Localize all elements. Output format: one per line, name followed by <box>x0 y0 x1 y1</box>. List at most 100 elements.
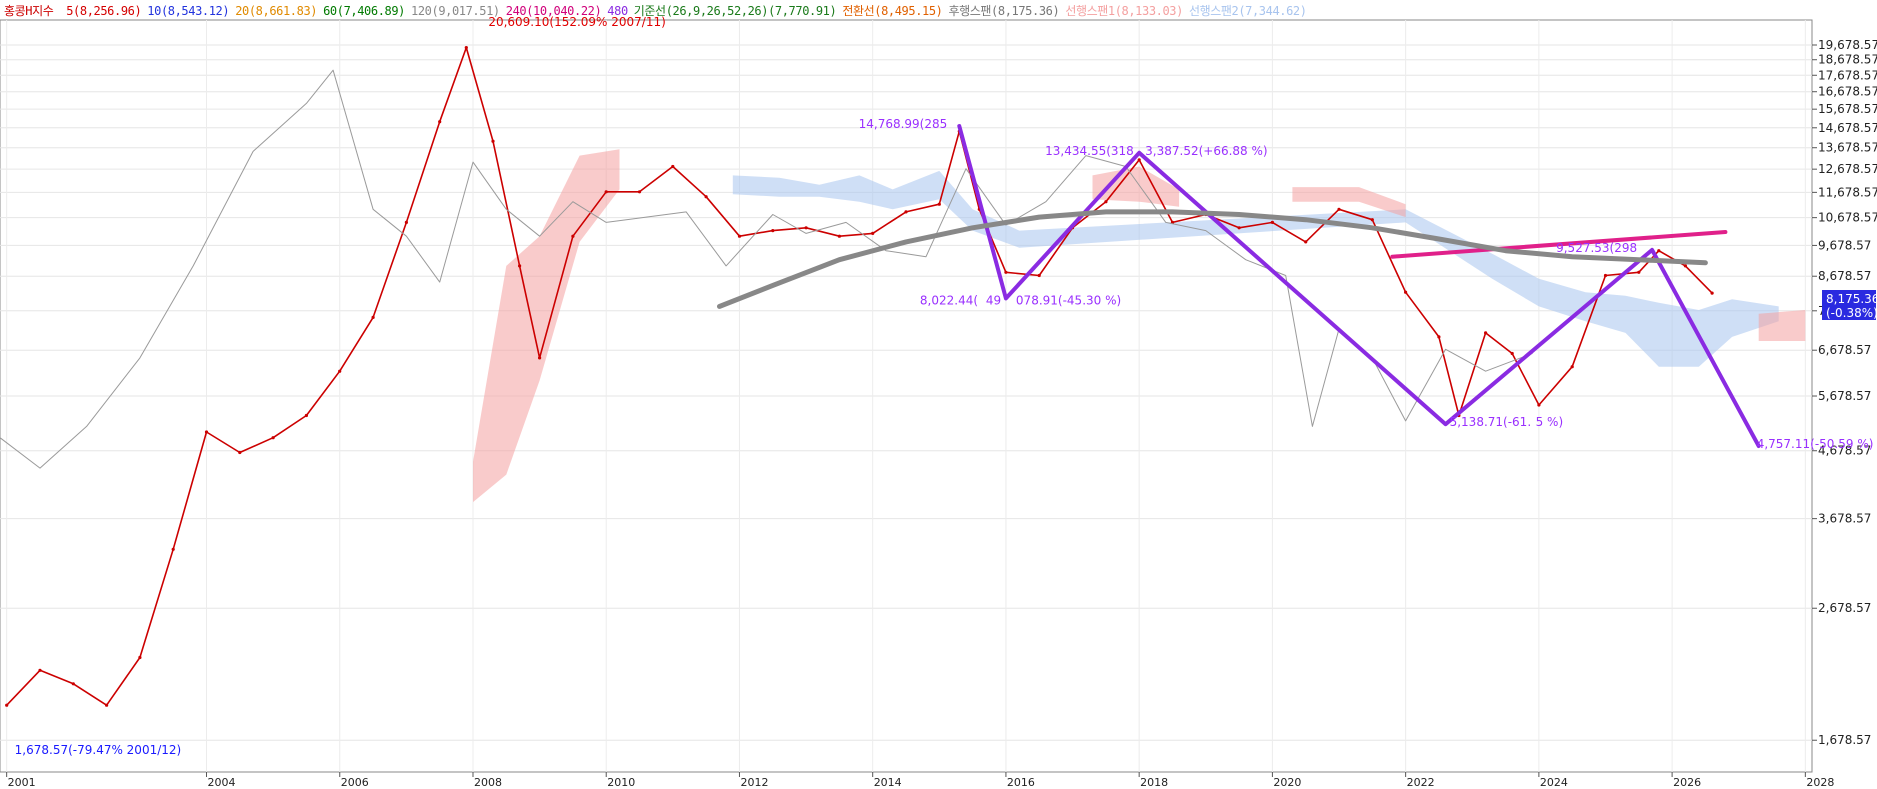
data-point <box>904 210 908 214</box>
y-tick-label: 6,678.57 <box>1818 343 1871 357</box>
data-point <box>771 229 775 233</box>
x-tick-label: 2008 <box>474 776 502 789</box>
annotation-p2018b: 3,387.52(+66.88 %) <box>1145 144 1267 158</box>
y-tick-label: 16,678.57 <box>1818 85 1877 99</box>
annotation-p2016c: 078.91(-45.30 %) <box>1016 293 1121 307</box>
data-point <box>204 430 209 434</box>
data-point <box>1304 240 1308 244</box>
x-tick-label: 2014 <box>874 776 902 789</box>
y-tick-label: 2,678.57 <box>1818 601 1871 615</box>
data-point <box>1657 249 1661 253</box>
data-point <box>571 234 575 238</box>
data-point <box>1570 365 1574 369</box>
data-point <box>804 226 808 230</box>
data-point <box>171 547 175 551</box>
data-point <box>138 655 142 660</box>
annotation-p2022b: 5 %) <box>1536 415 1564 429</box>
data-point <box>1037 273 1041 278</box>
data-point <box>404 220 408 224</box>
y-tick-label: 5,678.57 <box>1818 389 1871 403</box>
last-price-box: 8,175.36 (-0.38%) <box>1822 290 1877 320</box>
annotation-high: 20,609.10(152.09% 2007/11) <box>488 15 665 29</box>
annotation-p2016b: 49 <box>986 293 1001 307</box>
x-tick-label: 2028 <box>1806 776 1834 789</box>
data-point <box>1637 270 1641 274</box>
data-point <box>491 139 495 143</box>
annotation-p2025: 9,527.53(298 <box>1556 241 1637 255</box>
data-point <box>1137 158 1141 162</box>
x-tick-label: 2022 <box>1407 776 1435 789</box>
data-point <box>1603 273 1608 278</box>
x-tick-label: 2001 <box>8 776 36 789</box>
data-point <box>238 450 242 455</box>
annotation-p2018: 13,434.55(318 <box>1045 144 1134 158</box>
price-chart[interactable]: 19,678.5718,678.5717,678.57 16,678.57 15,6… <box>0 0 1877 789</box>
data-point <box>1437 335 1441 339</box>
data-point <box>338 369 342 373</box>
data-point <box>271 436 275 440</box>
annotation-low: 1,678.57(-79.47% 2001/12) <box>15 743 182 757</box>
data-point <box>704 195 708 199</box>
data-point <box>105 703 109 707</box>
y-axis: 19,678.5718,678.5717,678.57 16,678.57 15,6… <box>1812 38 1877 747</box>
data-point <box>1237 226 1241 230</box>
x-tick-label: 2010 <box>607 776 635 789</box>
cloud-span-red-2027 <box>1758 310 1806 341</box>
data-point <box>871 231 875 235</box>
y-tick-label: 15,678.57 <box>1818 102 1877 116</box>
x-tick-label: 2024 <box>1540 776 1568 789</box>
y-tick-label: 14,678.57 <box>1818 121 1877 135</box>
data-point <box>1370 218 1374 222</box>
x-axis: 2001 2004 2006 2008 2010 2012 2014 2016 2018 2020… <box>6 772 1834 789</box>
data-point <box>71 682 75 686</box>
data-point <box>38 668 42 672</box>
data-point <box>937 202 941 206</box>
x-tick-label: 2018 <box>1140 776 1168 789</box>
data-point <box>737 234 742 238</box>
data-point <box>604 190 608 194</box>
x-tick-label: 2016 <box>1007 776 1035 789</box>
data-point <box>1270 220 1274 224</box>
last-price-change: (-0.38%) <box>1826 306 1877 320</box>
x-tick-label: 2026 <box>1673 776 1701 789</box>
data-point <box>637 190 642 194</box>
data-point <box>1510 351 1514 356</box>
annotation-p2015: 14,768.99(285 <box>859 117 948 131</box>
data-point <box>371 315 375 319</box>
annotation-p2016: 8,022.44( <box>920 293 978 307</box>
y-tick-label: 1,678.57 <box>1818 733 1871 747</box>
data-point <box>518 264 522 268</box>
data-point <box>1337 207 1341 211</box>
data-point <box>464 46 468 50</box>
x-tick-label: 2020 <box>1273 776 1301 789</box>
data-point <box>1104 200 1108 204</box>
data-point <box>5 703 9 707</box>
y-tick-label: 18,678.57 <box>1818 53 1877 67</box>
y-tick-label: 8,678.57 <box>1818 269 1871 283</box>
y-tick-label: 11,678.57 <box>1818 185 1877 199</box>
x-tick-label: 2006 <box>341 776 369 789</box>
data-point <box>1484 331 1488 335</box>
y-tick-label: 10,678.57 <box>1818 211 1877 225</box>
x-tick-label: 2004 <box>208 776 236 789</box>
y-tick-label: 19,678.57 <box>1818 38 1877 52</box>
annotation-p2022: 5,138.71(-61. <box>1450 415 1532 429</box>
data-point <box>304 413 308 418</box>
data-point <box>671 164 675 169</box>
data-point <box>438 120 442 124</box>
data-point <box>1537 403 1541 407</box>
data-point <box>1710 291 1714 295</box>
last-price-value: 8,175.36 <box>1826 292 1877 306</box>
annotation-p2027: 4,757.11(-50.59 %) <box>1757 437 1874 451</box>
y-tick-label: 17,678.57 <box>1818 68 1877 82</box>
x-tick-label: 2012 <box>740 776 768 789</box>
data-point <box>1404 290 1408 294</box>
data-point <box>1004 270 1008 274</box>
data-point <box>1683 264 1687 268</box>
y-tick-label: 3,678.57 <box>1818 512 1871 526</box>
y-tick-label: 12,678.57 <box>1818 162 1877 176</box>
data-point <box>538 356 542 360</box>
y-tick-label: 13,678.57 <box>1818 141 1877 155</box>
data-point <box>837 234 842 238</box>
y-tick-label: 9,678.57 <box>1818 238 1871 252</box>
